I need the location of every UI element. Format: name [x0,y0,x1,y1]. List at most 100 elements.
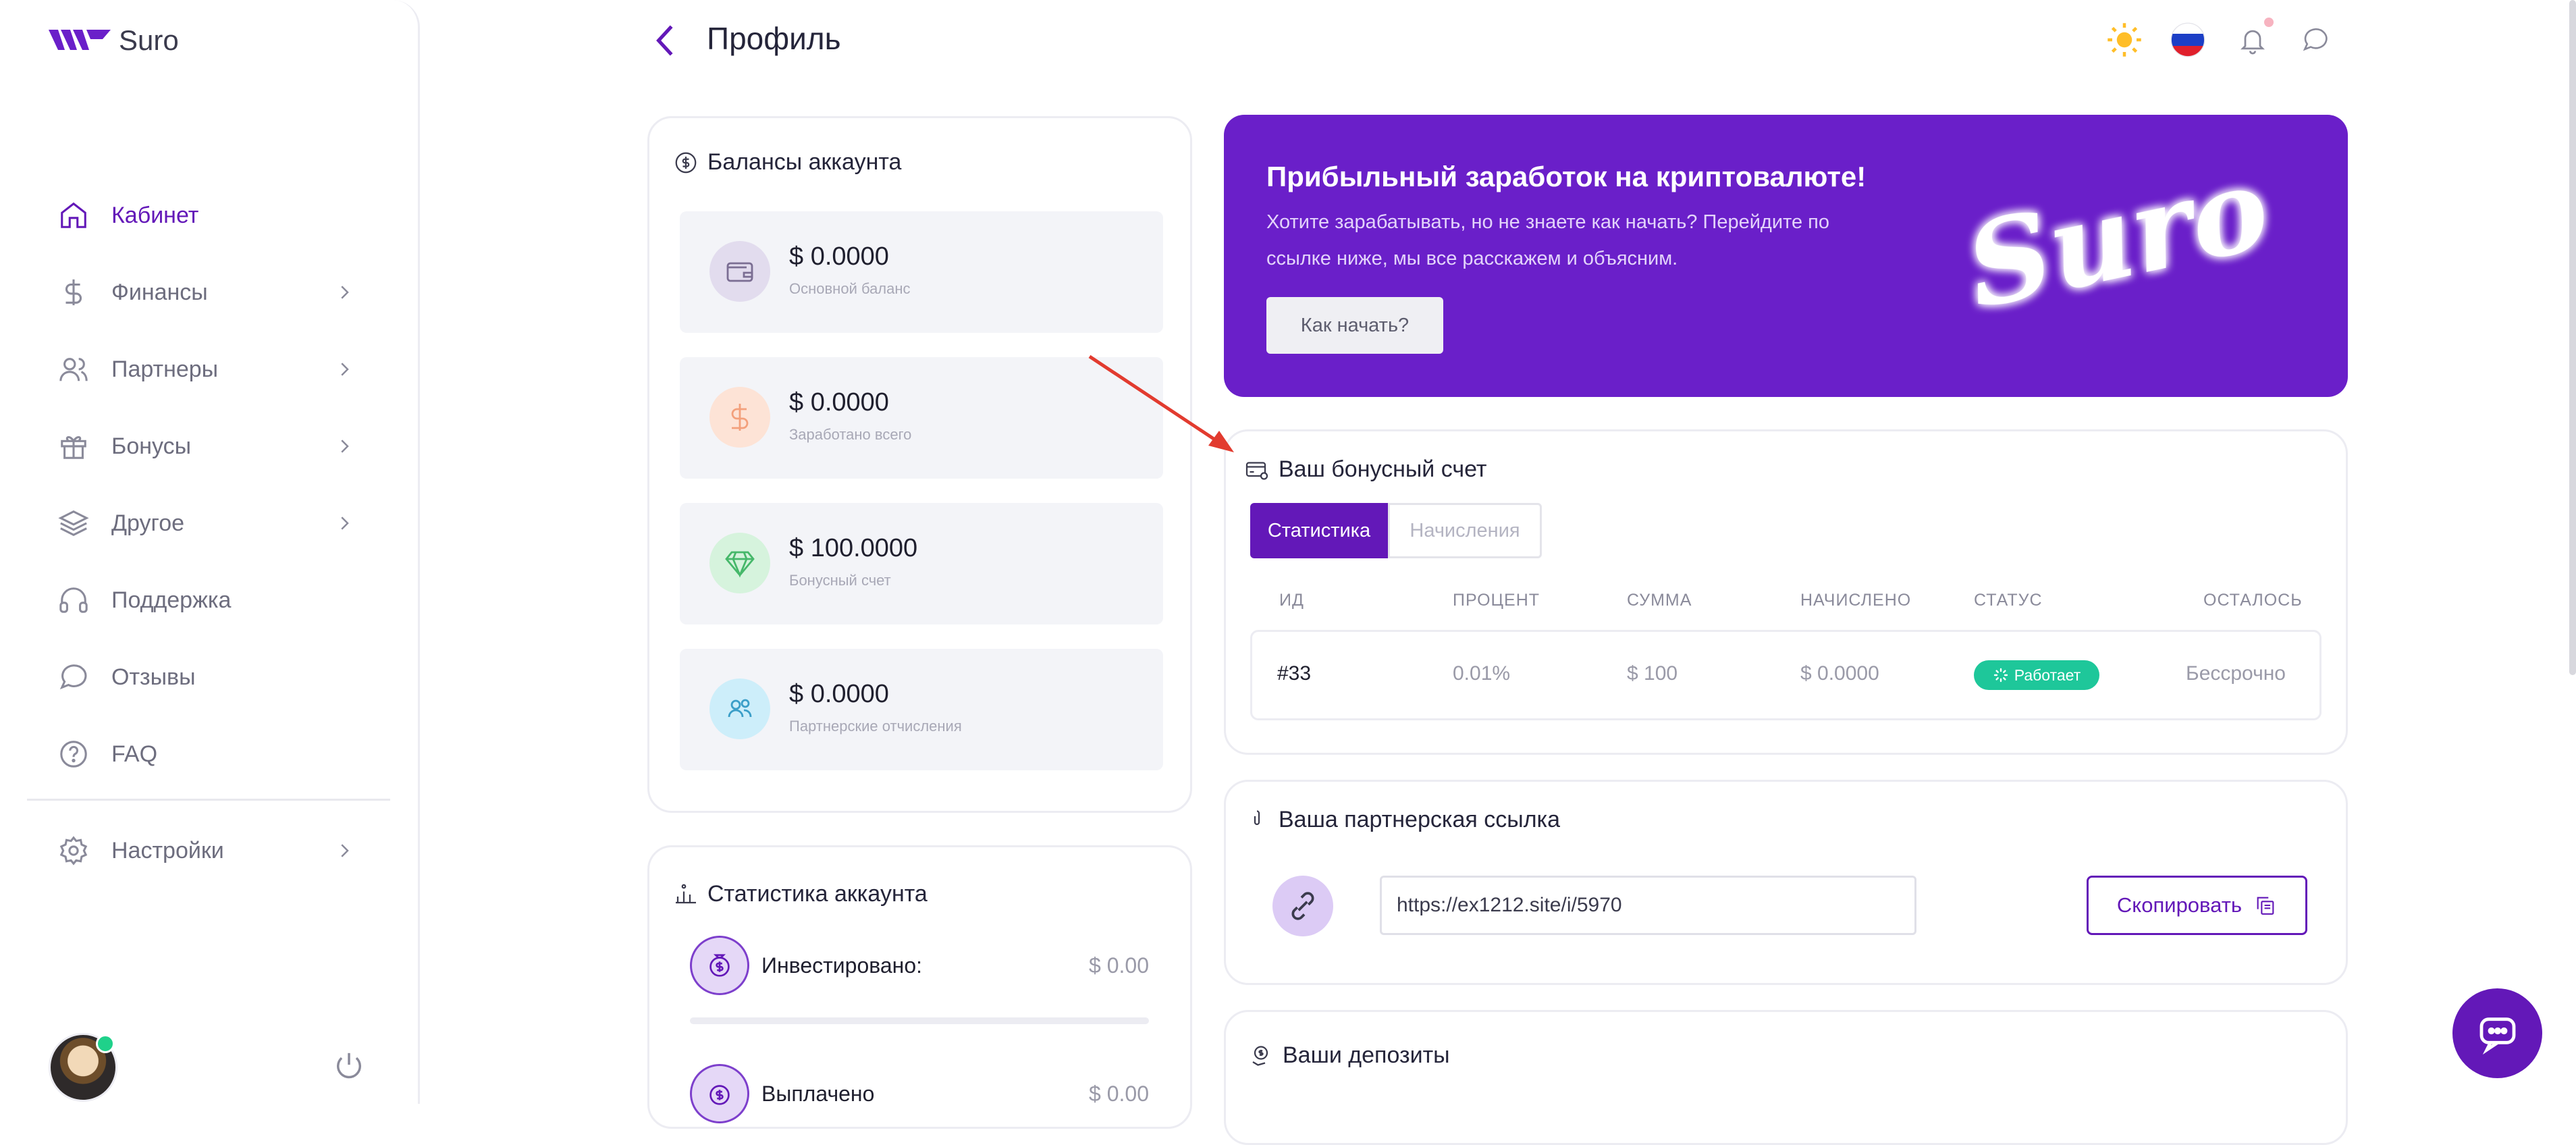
paperclip-icon [1254,809,1260,825]
sun-icon[interactable] [2106,22,2143,58]
chevron-right-icon [341,363,349,376]
promo-text: Хотите зарабатывать, но не знаете как на… [1266,211,1830,269]
chat-bubble-icon [57,661,90,693]
power-icon[interactable] [333,1050,365,1082]
suro-neon-logo: Suro [1960,155,2280,335]
sidebar-item-faq[interactable]: FAQ [57,716,354,793]
promo-banner: Прибыльный заработок на криптовалюте! Хо… [1224,115,2348,397]
stat-row-paid: Выплачено $ 0.00 [690,1063,1149,1124]
balance-label: Бонусный счет [789,572,891,589]
sidebar-item-label: Поддержка [111,587,232,613]
sidebar-item-label: Финансы [111,279,208,305]
chevron-right-icon [341,516,349,530]
sidebar-item-label: Другое [111,510,185,536]
users-icon [709,678,770,739]
status-badge: Работает [1974,660,2099,690]
logo-mark-icon [49,30,111,50]
spinner-icon [1993,668,2008,683]
sidebar-divider [27,799,390,801]
promo-title: Прибыльный заработок на криптовалюте! [1266,161,1867,192]
sidebar-item-label: Настройки [111,837,224,863]
coin-icon [675,152,697,173]
money-bag-icon [690,1064,749,1123]
home-icon [57,199,90,232]
gift-icon [57,430,90,462]
chevron-right-icon [341,440,349,453]
card-icon [1245,461,1268,480]
balance-amount: $ 0.0000 [789,388,889,417]
diamond-icon [709,533,770,593]
balance-label: Партнерские отчисления [789,718,962,735]
sidebar-item-label: Кабинет [111,202,199,228]
stat-label: Инвестировано: [761,953,923,978]
cell-id: #33 [1277,662,1312,685]
dollar-icon [57,276,90,309]
partner-link-input[interactable]: https://ex1212.site/i/5970 [1380,876,1916,935]
stats-title: Статистика аккаунта [674,881,928,907]
balance-amount: $ 0.0000 [789,242,889,271]
sidebar-item-label: Отзывы [111,664,196,690]
cell-percent: 0.01% [1453,662,1511,685]
sidebar-item-partners[interactable]: Партнеры [57,331,354,408]
sidebar-nav: Кабинет Финансы Партнеры Бонусы Другое П… [57,177,354,793]
column-header-percent: ПРОЦЕНТ [1453,591,1540,610]
balance-label: Заработано всего [789,426,912,443]
balance-item-main: $ 0.0000 Основной баланс [680,211,1163,333]
column-header-sum: СУММА [1627,591,1692,610]
balance-label: Основной баланс [789,280,911,297]
table-row [1250,630,2322,720]
cell-sum: $ 100 [1627,662,1678,685]
sidebar-item-reviews[interactable]: Отзывы [57,639,354,716]
sidebar-item-bonuses[interactable]: Бонусы [57,408,354,485]
wallet-icon [709,241,770,302]
coin-hand-icon [1252,1045,1268,1066]
sidebar-item-settings[interactable]: Настройки [57,812,354,889]
sidebar-item-support[interactable]: Поддержка [57,562,354,639]
copy-icon [2257,897,2274,915]
stat-value: $ 0.00 [1089,1081,1149,1106]
sidebar-item-label: Партнеры [111,356,219,382]
sidebar-item-label: Бонусы [111,433,192,459]
layers-icon [57,507,90,539]
bonus-account-title: Ваш бонусный счет [1245,456,1486,483]
tab-accruals[interactable]: Начисления [1388,503,1542,558]
balance-item-partner: $ 0.0000 Партнерские отчисления [680,649,1163,770]
copy-button[interactable]: Скопировать [2087,876,2307,935]
balances-title: Балансы аккаунта [674,149,901,176]
cell-remaining: Бессрочно [2186,662,2286,685]
chat-button[interactable] [2452,988,2542,1078]
sidebar-item-other[interactable]: Другое [57,485,354,562]
svg-text:Suro: Suro [1960,155,2280,335]
column-header-remaining: ОСТАЛОСЬ [2203,591,2303,610]
tab-statistics[interactable]: Статистика [1250,503,1388,558]
chat-icon [2479,1017,2515,1055]
how-to-start-button[interactable]: Как начать? [1266,297,1443,354]
sidebar-item-cabinet[interactable]: Кабинет [57,177,354,254]
stat-row-invested: Инвестировано: $ 0.00 [690,935,1149,996]
bell-icon[interactable] [2234,22,2271,58]
page-title: Профиль [707,21,841,56]
cell-accrued: $ 0.0000 [1800,662,1879,685]
back-arrow-icon[interactable] [653,23,678,58]
sidebar-item-finance[interactable]: Финансы [57,254,354,331]
bar-chart-icon [676,884,696,903]
page-scrollbar[interactable] [2569,0,2576,675]
logo[interactable]: Suro [49,24,179,57]
chevron-right-icon [341,286,349,299]
column-header-id: ИД [1279,591,1304,610]
column-header-accrued: НАЧИСЛЕНО [1800,591,1912,610]
logo-text: Suro [119,24,179,56]
balance-item-bonus: $ 100.0000 Бонусный счет [680,503,1163,624]
stats-card: Статистика аккаунта Инвестировано: $ 0.0… [647,845,1192,1129]
online-status-dot [96,1034,115,1053]
chevron-right-icon [341,844,349,857]
balances-card: Балансы аккаунта $ 0.0000 Основной балан… [647,116,1192,813]
sidebar-settings: Настройки [57,812,354,889]
column-header-status: СТАТУС [1974,591,2043,610]
balance-amount: $ 0.0000 [789,680,889,708]
stat-value: $ 0.00 [1089,953,1149,978]
question-icon [57,738,90,770]
russia-flag-icon[interactable] [2170,22,2206,58]
message-icon[interactable] [2297,22,2334,58]
gear-icon [57,834,90,867]
